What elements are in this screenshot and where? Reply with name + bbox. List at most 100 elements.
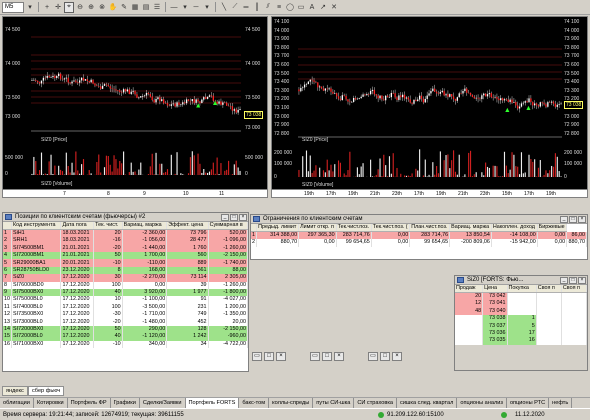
table-row[interactable]: 4 SI72000BM1 21.01.2021 50 1 700,00 560 -2 150… bbox=[3, 251, 248, 260]
rect-tool-icon[interactable]: ▭ bbox=[296, 2, 306, 13]
chart-type-icon[interactable]: ⊗ bbox=[97, 2, 107, 13]
crosshair-alt-icon[interactable]: ✛ bbox=[53, 2, 63, 13]
text-tool-icon[interactable]: A bbox=[307, 2, 317, 13]
tab-12[interactable]: опционы РТС bbox=[507, 398, 550, 408]
table-row[interactable]: 13 SI73000BL0 17.12.2020 -20 -1 480,00 452 20,… bbox=[3, 318, 248, 326]
fibo-tool-icon[interactable]: ≡ bbox=[274, 2, 284, 13]
grid-alt-icon[interactable]: ▤ bbox=[141, 2, 151, 13]
tab-sber[interactable]: сбер фьюч bbox=[28, 386, 65, 396]
column-header[interactable]: Вариац. маржа bbox=[449, 224, 492, 233]
ellipse-tool-icon[interactable]: ◯ bbox=[285, 2, 295, 13]
minimize-button[interactable]: _ bbox=[560, 277, 568, 284]
tab-1[interactable]: Котировки bbox=[34, 398, 68, 408]
orderbook-cell[interactable]: 48 bbox=[455, 307, 484, 315]
tab-yandex[interactable]: яндекс bbox=[2, 386, 28, 396]
orderbook-cell[interactable]: 5 bbox=[507, 322, 537, 330]
orderbook-cell[interactable]: 20 bbox=[455, 292, 484, 301]
orderbook-row[interactable]: 73 037 5 bbox=[455, 322, 587, 330]
timeframe-select[interactable]: M5 bbox=[2, 1, 24, 13]
orderbook-row[interactable]: 12 73 041 bbox=[455, 300, 587, 308]
orderbook-cell[interactable] bbox=[561, 314, 587, 323]
orderbook-cell[interactable] bbox=[561, 322, 587, 330]
column-header[interactable]: Суммарная в bbox=[208, 222, 248, 231]
orderbook-cell[interactable]: 73 042 bbox=[482, 292, 508, 301]
orderbook-cell[interactable] bbox=[561, 300, 587, 308]
trend-tool-icon[interactable]: ⟋ bbox=[230, 2, 240, 13]
orderbook-cell[interactable]: 73 040 bbox=[482, 307, 508, 315]
column-header[interactable]: Покупка bbox=[507, 285, 537, 294]
column-header[interactable]: Код инструмента bbox=[11, 222, 62, 231]
maximize-button[interactable]: □ bbox=[569, 216, 577, 223]
crosshair-icon[interactable]: + bbox=[42, 2, 52, 13]
zoom-in-icon[interactable]: ⊕ bbox=[86, 2, 96, 13]
orderbook-cell[interactable] bbox=[536, 307, 562, 315]
orderbook-cell[interactable]: 16 bbox=[507, 337, 537, 345]
column-header[interactable]: Продаж bbox=[455, 285, 484, 294]
orderbook-cell[interactable] bbox=[507, 300, 537, 308]
table-row[interactable]: 11 SI74000BL0 17.12.2020 100 -3 500,00 231 1 2… bbox=[3, 303, 248, 312]
tab-0[interactable]: облигации bbox=[0, 398, 34, 408]
tab-6[interactable]: бакс-том bbox=[239, 398, 270, 408]
table-row[interactable]: 3 SI74500BM1 21.01.2021 -20 -1 440,00 1 760 -1… bbox=[3, 244, 248, 252]
table-row[interactable]: 15 SI72000BL0 17.12.2020 40 -1 120,00 1 242 -9… bbox=[3, 333, 248, 341]
line-tool-icon[interactable]: ╲ bbox=[219, 2, 229, 13]
tab-9[interactable]: СИ страховка bbox=[354, 398, 398, 408]
dropdown-icon[interactable]: ▾ bbox=[202, 2, 212, 13]
orderbook-cell[interactable] bbox=[536, 292, 562, 301]
column-header[interactable]: Цена bbox=[482, 285, 508, 294]
orderbook-cell[interactable]: 17 bbox=[507, 329, 537, 338]
zoom-out-icon[interactable]: ⊖ bbox=[75, 2, 85, 13]
tab-4[interactable]: Сделки/Заявки bbox=[140, 398, 186, 408]
table-row[interactable]: 6 SR28750BLD0 23.12.2020 8 168,00 561 88,00 bbox=[3, 266, 248, 275]
maximize-button[interactable]: □ bbox=[230, 214, 238, 221]
close-button[interactable]: × bbox=[578, 277, 586, 284]
right-chart[interactable]: ▲ ▲ SIZ0 [Price] SIZ0 [Volume] 74 100 74 0… bbox=[271, 16, 588, 198]
tab-11[interactable]: опционы анализ bbox=[457, 398, 507, 408]
orderbook-row[interactable]: 73 036 17 bbox=[455, 329, 587, 338]
maximize-button[interactable]: □ bbox=[569, 277, 577, 284]
tab-2[interactable]: Портфель ФР bbox=[68, 398, 111, 408]
table-row[interactable]: 10 SI75000BL0 17.12.2020 10 -1 100,00 91 -4 02… bbox=[3, 296, 248, 304]
tab-5[interactable]: Портфель FORTS bbox=[185, 398, 240, 408]
orderbook-cell[interactable]: 73 035 bbox=[482, 337, 508, 345]
orderbook-cell[interactable] bbox=[455, 337, 484, 345]
dropdown-icon[interactable]: ▾ bbox=[25, 2, 35, 13]
orderbook-cell[interactable]: 1 bbox=[507, 314, 537, 323]
orderbook-cell[interactable] bbox=[561, 329, 587, 338]
limits-window[interactable]: Ограничения по клиентским счетам _ □ × Пре… bbox=[250, 214, 588, 260]
orderbook-cell[interactable] bbox=[561, 337, 587, 345]
right-chart-canvas[interactable]: ▲ ▲ bbox=[272, 17, 588, 198]
positions-window[interactable]: Позиции по клиентским счетам (фьючерсы) … bbox=[2, 212, 249, 372]
left-chart[interactable]: ▲ ▲ SIZ0 [Price] SIZ0 [Volume] 74 500 74 … bbox=[2, 16, 268, 198]
orderbook-row[interactable]: 20 73 042 bbox=[455, 292, 587, 301]
tab-13[interactable]: нефть bbox=[549, 398, 573, 408]
table-row[interactable]: 5 SR29000BA1 20.01.2021 -10 -110,00 889 -1 740… bbox=[3, 259, 248, 267]
column-header[interactable]: Тек.чист.поз. bbox=[336, 224, 372, 233]
orderbook-cell[interactable] bbox=[455, 314, 484, 323]
table-row[interactable]: 1 SiH1 18.03.2021 20 -2 360,00 73 796 520,00 bbox=[3, 229, 248, 238]
line-style-icon[interactable]: — bbox=[169, 2, 179, 13]
column-header[interactable]: Вариац. маржа bbox=[122, 222, 168, 231]
table-row[interactable]: 14 SI72000BX0 17.12.2020 50 290,00 128 -2 150,… bbox=[3, 325, 248, 334]
column-header[interactable]: Биржевые bbox=[537, 224, 568, 233]
column-header[interactable]: Предыд. лимит bbox=[256, 224, 300, 233]
orderbook-cell[interactable]: 12 bbox=[455, 300, 484, 308]
table-row[interactable]: 16 SI71000BX0 17.12.2020 -10 340,00 34 -4 722,… bbox=[3, 340, 248, 349]
window-close-icon[interactable]: × bbox=[334, 352, 344, 361]
minimize-button[interactable]: _ bbox=[221, 214, 229, 221]
window-maximize-icon[interactable]: □ bbox=[380, 352, 390, 361]
orderbook-window[interactable]: SiZ0 [FORTS: Фью... _ □ × Продаж Цена Покупк… bbox=[454, 275, 588, 371]
orderbook-cell[interactable] bbox=[507, 307, 537, 315]
window-close-icon[interactable]: × bbox=[392, 352, 402, 361]
table-row[interactable]: 7 SiZ0 17.12.2020 30 -2 270,00 73 114 2 305,00 bbox=[3, 274, 248, 282]
vline-tool-icon[interactable]: ║ bbox=[252, 2, 262, 13]
column-header[interactable]: Дата пога bbox=[60, 222, 95, 231]
window-restore-icon[interactable]: ▭ bbox=[252, 352, 262, 361]
orderbook-cell[interactable] bbox=[536, 314, 562, 323]
orderbook-cell[interactable] bbox=[536, 322, 562, 330]
delete-icon[interactable]: ✕ bbox=[329, 2, 339, 13]
window-maximize-icon[interactable]: □ bbox=[264, 352, 274, 361]
orderbook-row[interactable]: 48 73 040 bbox=[455, 307, 587, 315]
tab-7[interactable]: коллы-спреды bbox=[269, 398, 314, 408]
hand-icon[interactable]: ✋ bbox=[108, 2, 118, 13]
